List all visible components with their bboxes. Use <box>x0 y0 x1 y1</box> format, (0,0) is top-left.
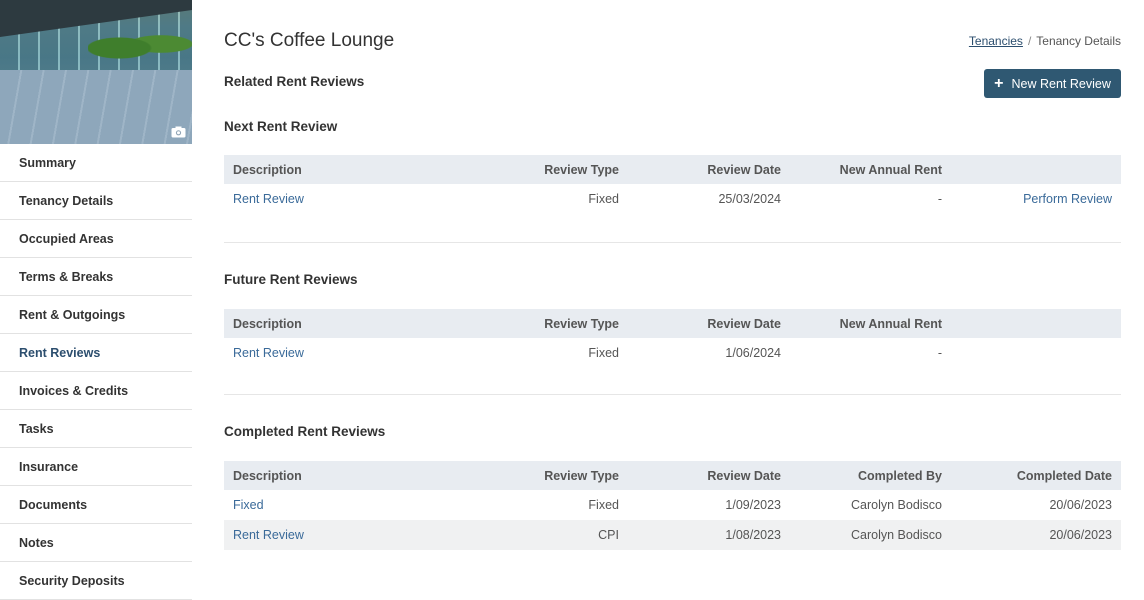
review-type-cell: Fixed <box>588 192 619 206</box>
completed-rent-reviews-heading: Completed Rent Reviews <box>224 424 386 439</box>
empty-cell <box>951 338 1121 368</box>
column-header-review-date[interactable]: Review Date <box>628 461 790 490</box>
plus-icon: + <box>994 74 1004 92</box>
perform-review-link[interactable]: Perform Review <box>1023 192 1112 206</box>
column-header-description[interactable]: Description <box>224 155 459 184</box>
review-date-cell: 25/03/2024 <box>718 192 781 206</box>
sidebar-item-invoices-credits[interactable]: Invoices & Credits <box>0 372 192 410</box>
sidebar-item-tenancy-details[interactable]: Tenancy Details <box>0 182 192 220</box>
related-rent-reviews-heading: Related Rent Reviews <box>224 74 365 89</box>
column-header-completed-date[interactable]: Completed Date <box>951 461 1121 490</box>
completed-date-cell: 20/06/2023 <box>1049 498 1112 512</box>
table-row: Fixed Fixed 1/09/2023 Carolyn Bodisco 20… <box>224 490 1121 520</box>
camera-icon[interactable] <box>171 126 186 138</box>
review-type-cell: Fixed <box>588 346 619 360</box>
review-type-cell: CPI <box>598 528 619 542</box>
review-date-cell: 1/08/2023 <box>725 528 781 542</box>
rent-review-link[interactable]: Rent Review <box>233 528 304 542</box>
sidebar-item-security-deposits[interactable]: Security Deposits <box>0 562 192 600</box>
new-annual-rent-cell: - <box>937 192 942 206</box>
sidebar-item-tasks[interactable]: Tasks <box>0 410 192 448</box>
breadcrumb-current: Tenancy Details <box>1036 34 1121 48</box>
completed-by-cell: Carolyn Bodisco <box>850 498 942 512</box>
completed-rent-reviews-table: Description Review Type Review Date Comp… <box>224 461 1121 550</box>
section-divider <box>224 394 1121 395</box>
rent-review-link[interactable]: Rent Review <box>233 192 304 206</box>
breadcrumb: Tenancies / Tenancy Details <box>969 34 1121 48</box>
column-header-description[interactable]: Description <box>224 461 459 490</box>
column-header-review-date[interactable]: Review Date <box>628 155 790 184</box>
column-header-new-annual-rent[interactable]: New Annual Rent <box>790 309 951 338</box>
future-rent-reviews-heading: Future Rent Reviews <box>224 272 358 287</box>
table-row: Rent Review CPI 1/08/2023 Carolyn Bodisc… <box>224 520 1121 550</box>
sidebar-item-summary[interactable]: Summary <box>0 144 192 182</box>
column-header-description[interactable]: Description <box>224 309 459 338</box>
completed-date-cell: 20/06/2023 <box>1049 528 1112 542</box>
section-divider <box>224 242 1121 243</box>
table-header-row: Description Review Type Review Date New … <box>224 309 1121 338</box>
column-header-actions <box>951 155 1121 184</box>
column-header-completed-by[interactable]: Completed By <box>790 461 951 490</box>
review-date-cell: 1/09/2023 <box>725 498 781 512</box>
review-date-cell: 1/06/2024 <box>725 346 781 360</box>
sidebar-nav: Summary Tenancy Details Occupied Areas T… <box>0 144 192 600</box>
completed-by-cell: Carolyn Bodisco <box>850 528 942 542</box>
sidebar-item-occupied-areas[interactable]: Occupied Areas <box>0 220 192 258</box>
column-header-review-type[interactable]: Review Type <box>459 155 628 184</box>
column-header-review-type[interactable]: Review Type <box>459 461 628 490</box>
sidebar: Summary Tenancy Details Occupied Areas T… <box>0 0 192 600</box>
next-rent-review-table: Description Review Type Review Date New … <box>224 155 1121 214</box>
property-photo <box>0 0 192 144</box>
sidebar-item-notes[interactable]: Notes <box>0 524 192 562</box>
rent-review-link[interactable]: Fixed <box>233 498 264 512</box>
table-row: Rent Review Fixed 25/03/2024 - Perform R… <box>224 184 1121 214</box>
table-header-row: Description Review Type Review Date New … <box>224 155 1121 184</box>
sidebar-item-insurance[interactable]: Insurance <box>0 448 192 486</box>
column-header-review-type[interactable]: Review Type <box>459 309 628 338</box>
breadcrumb-tenancies-link[interactable]: Tenancies <box>969 34 1023 48</box>
table-row: Rent Review Fixed 1/06/2024 - <box>224 338 1121 368</box>
column-header-actions <box>951 309 1121 338</box>
column-header-review-date[interactable]: Review Date <box>628 309 790 338</box>
new-rent-review-label: New Rent Review <box>1011 76 1111 91</box>
future-rent-reviews-table: Description Review Type Review Date New … <box>224 309 1121 368</box>
new-annual-rent-cell: - <box>937 346 942 360</box>
sidebar-item-rent-outgoings[interactable]: Rent & Outgoings <box>0 296 192 334</box>
next-rent-review-heading: Next Rent Review <box>224 119 338 134</box>
sidebar-item-rent-reviews[interactable]: Rent Reviews <box>0 334 192 372</box>
table-header-row: Description Review Type Review Date Comp… <box>224 461 1121 490</box>
sidebar-item-terms-breaks[interactable]: Terms & Breaks <box>0 258 192 296</box>
page-title: CC's Coffee Lounge <box>224 30 395 51</box>
review-type-cell: Fixed <box>588 498 619 512</box>
sidebar-item-documents[interactable]: Documents <box>0 486 192 524</box>
breadcrumb-separator: / <box>1027 34 1032 48</box>
column-header-new-annual-rent[interactable]: New Annual Rent <box>790 155 951 184</box>
new-rent-review-button[interactable]: + New Rent Review <box>984 69 1121 98</box>
rent-review-link[interactable]: Rent Review <box>233 346 304 360</box>
